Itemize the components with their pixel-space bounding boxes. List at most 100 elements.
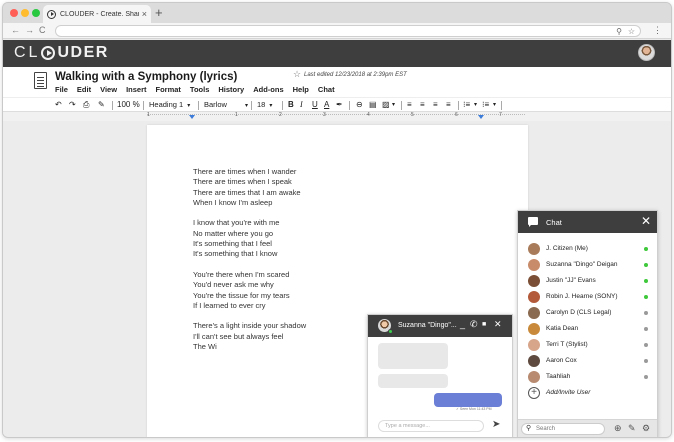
lyric-line: You'd never ask me why [193,280,274,290]
address-bar: ← → C ⚲ ☆ ⋮ [3,23,671,39]
contact-item[interactable]: Robin J. Hearne (SONY) [518,289,657,305]
menu-view[interactable]: View [100,85,117,94]
contact-item[interactable]: Terri T (Stylist) [518,337,657,353]
contact-name: Taahliah [546,373,571,380]
clouder-logo[interactable]: CL UDER [14,44,109,62]
menu-tools[interactable]: Tools [190,85,209,94]
contact-name: J. Citizen (Me) [546,245,588,252]
url-input[interactable]: ⚲ ☆ [55,25,641,37]
contact-name: Justin "JJ" Evans [546,277,596,284]
contact-item[interactable]: Justin "JJ" Evans [518,273,657,289]
menu-format[interactable]: Format [156,85,181,94]
close-icon[interactable]: ✕ [641,214,651,228]
numbered-list-icon[interactable]: ⁝≡ [463,99,470,111]
contact-item[interactable]: Taahliah [518,369,657,385]
bookmark-star-icon[interactable]: ☆ [628,27,635,36]
zoom-icon[interactable]: ⚲ [616,27,622,36]
forward-icon[interactable]: → [25,25,34,35]
search-icon: ⚲ [526,425,532,432]
settings-gear-icon[interactable]: ⚙ [642,423,650,434]
right-indent-marker[interactable] [478,115,484,119]
align-center-icon[interactable]: ≡ [420,99,425,111]
contact-item[interactable]: Carolyn D (CLS Legal) [518,305,657,321]
add-invite-user-button[interactable]: + Add/Invite User [518,386,657,402]
paint-format-icon[interactable]: ✎ [98,99,105,111]
reload-icon[interactable]: C [39,25,46,35]
stanza: There's a light inside your shadow I'll … [193,321,306,352]
document-title[interactable]: Walking with a Symphony (lyrics) [55,71,237,83]
font-size-select[interactable]: 18 ▾ [257,99,272,112]
chat-bubble-icon [528,217,538,227]
zoom-select[interactable]: 100 % [117,99,140,111]
close-window-button[interactable] [10,9,18,17]
menu-history[interactable]: History [218,85,244,94]
menu-edit[interactable]: Edit [77,85,91,94]
bullet-list-icon[interactable]: ⁝≡ [482,99,489,111]
browser-menu-icon[interactable]: ⋮ [653,25,662,36]
browser-window: CLOUDER - Create. Share. Go. × + ← → C ⚲… [2,2,672,438]
font-select[interactable]: Barlow ▾ [204,99,248,112]
left-indent-marker[interactable] [189,115,195,119]
user-avatar[interactable] [638,44,655,61]
toolbar-divider [198,101,199,110]
contact-item[interactable]: Suzanna "Dingo" Deigan [518,257,657,273]
menu-chat[interactable]: Chat [318,85,335,94]
minimize-window-button[interactable] [21,9,29,17]
contact-name: Suzanna "Dingo" Deigan [546,261,618,268]
minimize-icon[interactable]: _ [460,319,465,329]
style-select[interactable]: Heading 1 ▾ [149,99,190,112]
browser-tab[interactable]: CLOUDER - Create. Share. Go. × [43,5,151,23]
contact-item[interactable]: J. Citizen (Me) [518,241,657,257]
star-icon[interactable]: ☆ [293,69,301,80]
image-icon[interactable]: ▨ [382,99,390,111]
menu-help[interactable]: Help [293,85,309,94]
close-icon[interactable]: ✕ [494,319,502,330]
menu-insert[interactable]: Insert [126,85,146,94]
menu-file[interactable]: File [55,85,68,94]
send-icon[interactable]: ➤ [492,419,500,430]
direct-message-window: Suzanna "Dingo"... _ ✆ ■ ✕ ✓ Seen Mon 11… [367,314,513,437]
align-left-icon[interactable]: ≡ [407,99,412,111]
highlight-icon[interactable]: ✒ [336,99,343,111]
comment-icon[interactable]: ▤ [369,99,377,111]
lyrics-body[interactable]: There are times when I wander There are … [193,167,306,363]
text-color-button[interactable]: A [324,99,329,111]
video-icon[interactable]: ■ [482,321,486,328]
print-icon[interactable]: ⎙ [83,99,89,111]
add-icon[interactable]: ⊕ [614,423,622,434]
message-input[interactable]: Type a message... [378,420,484,432]
link-icon[interactable]: ⊖ [356,99,363,111]
style-value: Heading 1 [149,100,184,109]
menu-add-ons[interactable]: Add-ons [253,85,283,94]
ruler-track[interactable] [147,114,525,120]
chevron-down-icon[interactable]: ▾ [474,99,477,111]
dm-header[interactable]: Suzanna "Dingo"... _ ✆ ■ ✕ [368,315,512,337]
status-dot [644,311,648,315]
redo-icon[interactable]: ↷ [69,99,76,111]
compose-icon[interactable]: ✎ [628,423,636,434]
avatar [528,259,540,271]
align-right-icon[interactable]: ≡ [433,99,438,111]
close-tab-icon[interactable]: × [142,9,147,19]
phone-icon[interactable]: ✆ [470,319,478,330]
contact-name: Carolyn D (CLS Legal) [546,309,612,316]
lyric-line: It's something that I feel [193,239,272,249]
contact-name: Robin J. Hearne (SONY) [546,293,618,300]
last-edited-text[interactable]: Last edited 12/23/2018 at 2:39pm EST [304,72,407,78]
justify-icon[interactable]: ≡ [446,99,451,111]
contact-item[interactable]: Katia Dean [518,321,657,337]
new-tab-button[interactable]: + [155,5,163,20]
contact-item[interactable]: Aaron Cox [518,353,657,369]
italic-button[interactable]: I [300,99,303,111]
back-icon[interactable]: ← [11,25,20,35]
ruler-number: 4 [367,112,370,118]
undo-icon[interactable]: ↶ [55,99,62,111]
avatar [528,307,540,319]
chevron-down-icon[interactable]: ▾ [493,99,496,111]
chevron-down-icon[interactable]: ▾ [392,99,395,111]
maximize-window-button[interactable] [32,9,40,17]
bold-button[interactable]: B [288,99,294,111]
underline-button[interactable]: U [312,99,318,111]
ruler-number: 6 [455,112,458,118]
chat-search-input[interactable]: ⚲ Search [521,423,605,435]
